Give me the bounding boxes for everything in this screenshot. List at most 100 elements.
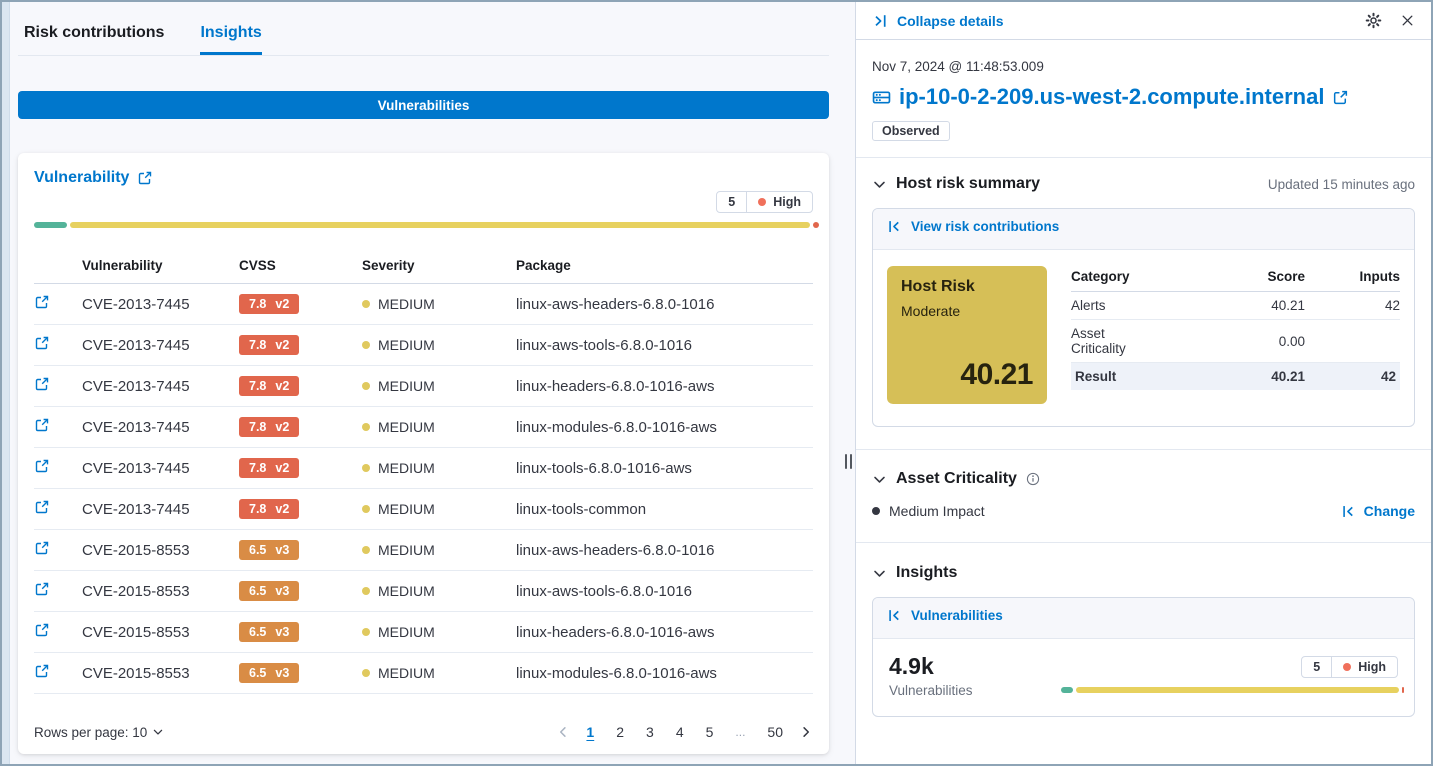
package-name: linux-tools-common — [516, 489, 813, 530]
page-button-5[interactable]: 5 — [700, 722, 720, 742]
tab-bar: Risk contributions Insights — [18, 2, 829, 56]
page-button-1[interactable]: 1 — [580, 722, 600, 742]
risk-table-body: Alerts 40.21 42 Asset Criticality 0.00 R… — [1071, 292, 1400, 391]
collapse-details-label: Collapse details — [897, 13, 1004, 29]
severity-label: MEDIUM — [378, 460, 435, 476]
column-header-severity: Severity — [362, 252, 516, 284]
severity-dot — [362, 341, 370, 349]
insights-high-count-value: 5 — [1302, 657, 1331, 677]
flyout-body: Nov 7, 2024 @ 11:48:53.009 ip-10-0-2-209… — [856, 40, 1431, 764]
vulnerability-id: CVE-2013-7445 — [82, 366, 239, 407]
change-criticality-button[interactable]: Change — [1341, 503, 1415, 519]
high-severity-label: High — [773, 195, 801, 209]
close-icon[interactable] — [1400, 13, 1415, 28]
vulnerabilities-count-block: 4.9k Vulnerabilities — [889, 653, 1061, 698]
insights-vulnerabilities-label: Vulnerabilities — [911, 608, 1003, 623]
divider — [856, 157, 1431, 158]
table-row: CVE-2013-7445 7.8v2 MEDIUM linux-headers… — [34, 366, 813, 407]
risk-table-row: Result 40.21 42 — [1071, 363, 1400, 391]
risk-category: Asset Criticality — [1071, 320, 1155, 363]
asset-criticality-header: Asset Criticality — [872, 470, 1415, 488]
view-risk-contributions-link[interactable]: View risk contributions — [887, 219, 1059, 234]
severity-dot — [362, 423, 370, 431]
page-button-4[interactable]: 4 — [670, 722, 690, 742]
insights-header: Insights — [872, 564, 1415, 582]
open-vulnerability-icon[interactable] — [34, 417, 50, 433]
open-vulnerability-icon[interactable] — [34, 335, 50, 351]
next-page-button[interactable] — [799, 725, 813, 739]
host-risk-summary-title: Host risk summary — [896, 175, 1040, 193]
package-name: linux-modules-6.8.0-1016-aws — [516, 407, 813, 448]
page-button-2[interactable]: 2 — [610, 722, 630, 742]
high-severity-dot — [758, 198, 766, 206]
collapse-details-button[interactable]: Collapse details — [872, 13, 1004, 29]
pagination: 12345...50 — [556, 722, 813, 742]
open-vulnerability-icon[interactable] — [34, 294, 50, 310]
open-vulnerability-icon[interactable] — [34, 663, 50, 679]
table-footer: Rows per page: 10 12345...50 — [34, 708, 813, 742]
flyout-header: Collapse details — [856, 2, 1431, 40]
settings-gear-icon[interactable] — [1365, 12, 1382, 29]
vulnerability-id: CVE-2013-7445 — [82, 448, 239, 489]
chevron-down-icon — [152, 726, 164, 738]
view-risk-contributions-label: View risk contributions — [911, 219, 1059, 234]
hostname-link[interactable]: ip-10-0-2-209.us-west-2.compute.internal — [899, 84, 1324, 110]
package-name: linux-aws-tools-6.8.0-1016 — [516, 325, 813, 366]
collapse-section-icon[interactable] — [872, 472, 887, 487]
arrow-start-icon — [1341, 504, 1356, 519]
vulnerabilities-table: Vulnerability CVSS Severity Package CVE-… — [34, 252, 813, 694]
vulnerability-link[interactable]: Vulnerability — [34, 169, 153, 187]
severity-dot — [362, 505, 370, 513]
rows-per-page-selector[interactable]: Rows per page: 10 — [34, 725, 164, 740]
vulnerability-table-body: CVE-2013-7445 7.8v2 MEDIUM linux-aws-hea… — [34, 284, 813, 694]
asset-criticality-title: Asset Criticality — [896, 470, 1017, 488]
severity-label: MEDIUM — [378, 378, 435, 394]
open-vulnerability-icon[interactable] — [34, 622, 50, 638]
vulnerabilities-banner-button[interactable]: Vulnerabilities — [18, 91, 829, 119]
risk-updated-text: Updated 15 minutes ago — [1268, 177, 1415, 192]
open-vulnerability-icon[interactable] — [34, 540, 50, 556]
high-count-value: 5 — [717, 192, 746, 212]
risk-column-score: Score — [1155, 266, 1305, 292]
divider — [856, 542, 1431, 543]
open-vulnerability-icon[interactable] — [34, 581, 50, 597]
host-details-flyout: Collapse details Nov 7, 2024 @ 11:48:53.… — [855, 2, 1431, 764]
vulnerability-link-label: Vulnerability — [34, 169, 129, 187]
severity-label: MEDIUM — [378, 419, 435, 435]
open-vulnerability-icon[interactable] — [34, 499, 50, 515]
package-name: linux-headers-6.8.0-1016-aws — [516, 612, 813, 653]
table-row: CVE-2013-7445 7.8v2 MEDIUM linux-modules… — [34, 407, 813, 448]
severity-label: MEDIUM — [378, 296, 435, 312]
cvss-badge: 7.8v2 — [239, 499, 299, 519]
vulnerability-id: CVE-2015-8553 — [82, 530, 239, 571]
panel-resize-handle[interactable] — [845, 454, 852, 469]
high-severity-dot — [1343, 663, 1351, 671]
severity-dot — [362, 546, 370, 554]
host-risk-card-title: Host Risk — [901, 278, 1033, 296]
insights-vulnerabilities-link[interactable]: Vulnerabilities — [887, 608, 1003, 623]
table-row: CVE-2013-7445 7.8v2 MEDIUM linux-tools-6… — [34, 448, 813, 489]
open-vulnerability-icon[interactable] — [34, 458, 50, 474]
risk-table-row: Asset Criticality 0.00 — [1071, 320, 1400, 363]
severity-label: MEDIUM — [378, 337, 435, 353]
external-link-icon — [137, 170, 153, 186]
package-name: linux-modules-6.8.0-1016-aws — [516, 653, 813, 694]
table-row: CVE-2015-8553 6.5v3 MEDIUM linux-headers… — [34, 612, 813, 653]
page-button-50[interactable]: 50 — [761, 722, 789, 742]
host-title-row: ip-10-0-2-209.us-west-2.compute.internal — [872, 84, 1415, 110]
host-icon — [872, 88, 891, 107]
tab-insights[interactable]: Insights — [200, 24, 261, 55]
risk-column-inputs: Inputs — [1305, 266, 1400, 292]
collapse-section-icon[interactable] — [872, 566, 887, 581]
open-host-external-icon[interactable] — [1332, 89, 1349, 106]
package-name: linux-headers-6.8.0-1016-aws — [516, 366, 813, 407]
severity-dot — [362, 587, 370, 595]
info-icon[interactable] — [1026, 472, 1040, 486]
previous-page-button[interactable] — [556, 725, 570, 739]
open-vulnerability-icon[interactable] — [34, 376, 50, 392]
tab-risk-contributions[interactable]: Risk contributions — [24, 24, 164, 55]
chevron-left-icon — [556, 725, 570, 739]
collapse-section-icon[interactable] — [872, 177, 887, 192]
table-row: CVE-2013-7445 7.8v2 MEDIUM linux-tools-c… — [34, 489, 813, 530]
page-button-3[interactable]: 3 — [640, 722, 660, 742]
